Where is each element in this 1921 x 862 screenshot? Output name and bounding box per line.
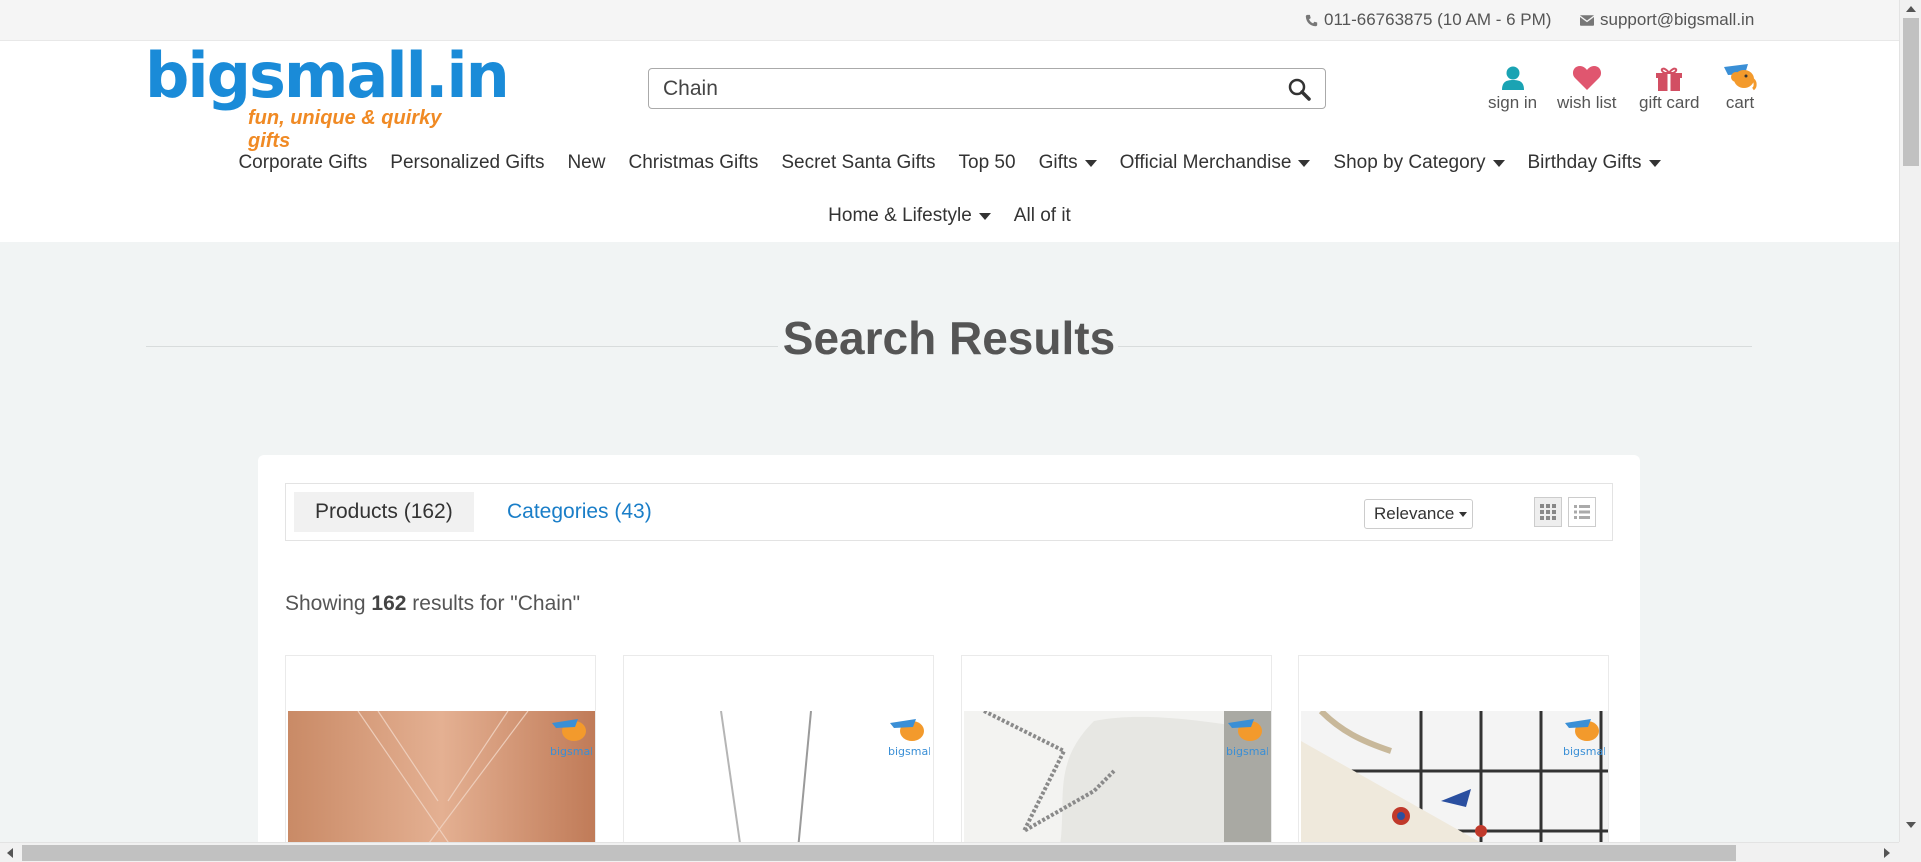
product-card[interactable]: bigsmall (285, 655, 596, 862)
heart-icon (1572, 63, 1602, 91)
top-contact-bar: 011-66763875 (10 AM - 6 PM) support@bigs… (0, 0, 1899, 41)
phone-text: 011-66763875 (10 AM - 6 PM) (1324, 10, 1552, 29)
nav-gifts[interactable]: Gifts (1039, 152, 1097, 174)
nav-label: Gifts (1038, 152, 1078, 173)
nav-home-lifestyle[interactable]: Home & Lifestyle (828, 205, 991, 227)
caret-down-icon (1459, 511, 1468, 517)
sort-select[interactable]: Relevance (1364, 499, 1473, 529)
main-nav-row-2: Home & Lifestyle All of it (0, 205, 1899, 227)
svg-text:bigsmall: bigsmall (888, 745, 930, 758)
caret-down-icon (1492, 159, 1505, 167)
gift-card-label: gift card (1639, 93, 1700, 112)
search-input[interactable] (663, 69, 1263, 108)
nav-label: New (567, 152, 606, 173)
results-count: 162 (371, 592, 407, 615)
nav-corporate-gifts[interactable]: Corporate Gifts (238, 152, 367, 174)
user-icon (1501, 63, 1525, 91)
tab-categories[interactable]: Categories (43) (486, 492, 673, 532)
results-tabs-bar: Products (162) Categories (43) Relevance (285, 483, 1613, 541)
product-image[interactable]: bigsmall (626, 711, 933, 862)
nav-label: Top 50 (958, 152, 1016, 173)
bigsmall-watermark-icon: bigsmall (550, 719, 592, 758)
nav-official-merchandise[interactable]: Official Merchandise (1120, 152, 1311, 174)
product-card[interactable]: bigsmall (623, 655, 934, 862)
main-nav-row-1: Corporate Gifts Personalized Gifts New C… (0, 152, 1899, 174)
results-panel: Products (162) Categories (43) Relevance… (258, 455, 1640, 862)
page-title-block: Search Results (146, 305, 1752, 365)
logo-wordmark: bigsmall.in (145, 39, 510, 112)
email-text: support@bigsmall.in (1600, 10, 1755, 29)
grid-icon (1540, 504, 1556, 520)
nav-all-of-it[interactable]: All of it (1014, 205, 1071, 227)
scroll-down-icon[interactable] (1906, 822, 1916, 828)
nav-secret-santa-gifts[interactable]: Secret Santa Gifts (781, 152, 935, 174)
wish-list-link[interactable]: wish list (1557, 63, 1617, 113)
sign-in-link[interactable]: sign in (1488, 63, 1537, 113)
site-logo[interactable]: bigsmall.in fun, unique & quirky gifts (145, 39, 510, 152)
showing-suffix: results for "Chain" (406, 592, 581, 615)
nav-label: Birthday Gifts (1527, 152, 1642, 173)
nav-label: Official Merchandise (1119, 152, 1292, 173)
horizontal-scrollbar[interactable] (0, 842, 1899, 862)
vertical-scrollbar[interactable] (1899, 0, 1921, 842)
logo-tagline: fun, unique & quirky gifts (248, 107, 442, 152)
caret-down-icon (1084, 159, 1097, 167)
grid-view-button[interactable] (1534, 497, 1562, 527)
vertical-scroll-thumb[interactable] (1903, 18, 1919, 166)
nav-label: Christmas Gifts (628, 152, 759, 173)
search-icon[interactable] (1287, 77, 1311, 106)
nav-personalized-gifts[interactable]: Personalized Gifts (390, 152, 544, 174)
product-image[interactable]: bigsmall (964, 711, 1271, 862)
caret-down-icon (1648, 159, 1661, 167)
search-box (648, 68, 1326, 109)
scroll-right-icon[interactable] (1884, 848, 1890, 858)
nav-birthday-gifts[interactable]: Birthday Gifts (1528, 152, 1661, 174)
mail-icon (1580, 14, 1594, 26)
nav-label: Shop by Category (1333, 152, 1486, 173)
gift-icon (1656, 63, 1683, 91)
email-contact[interactable]: support@bigsmall.in (1580, 10, 1754, 30)
nav-label: Secret Santa Gifts (781, 152, 936, 173)
wish-list-label: wish list (1557, 93, 1617, 112)
site-header: bigsmall.in fun, unique & quirky gifts s… (0, 39, 1899, 242)
sort-label: Relevance (1374, 504, 1455, 523)
nav-label: Personalized Gifts (390, 152, 545, 173)
nav-top-50[interactable]: Top 50 (959, 152, 1016, 174)
phone-contact[interactable]: 011-66763875 (10 AM - 6 PM) (1305, 10, 1551, 30)
nav-new[interactable]: New (567, 152, 605, 174)
nav-label: All of it (1013, 205, 1071, 226)
scroll-up-icon[interactable] (1906, 6, 1916, 12)
list-icon (1574, 505, 1590, 519)
scroll-left-icon[interactable] (7, 848, 13, 858)
svg-text:bigsmall: bigsmall (1563, 745, 1605, 758)
horizontal-scroll-thumb[interactable] (22, 845, 1736, 861)
product-card[interactable]: bigsmall (1298, 655, 1609, 862)
nav-label: Home & Lifestyle (828, 205, 972, 226)
nav-shop-by-category[interactable]: Shop by Category (1333, 152, 1505, 174)
page-title: Search Results (782, 312, 1116, 364)
product-image[interactable]: bigsmall (1301, 711, 1608, 862)
tab-products[interactable]: Products (162) (294, 492, 474, 532)
results-summary: Showing 162 results for "Chain" (285, 592, 580, 616)
phone-icon (1305, 14, 1318, 26)
cart-label: cart (1725, 93, 1755, 112)
gift-card-link[interactable]: gift card (1639, 63, 1699, 113)
product-image[interactable]: bigsmall (288, 711, 595, 862)
showing-prefix: Showing (285, 592, 372, 615)
nav-christmas-gifts[interactable]: Christmas Gifts (628, 152, 758, 174)
sign-in-label: sign in (1488, 93, 1538, 112)
caret-down-icon (978, 212, 991, 220)
svg-text:bigsmall: bigsmall (1226, 745, 1268, 758)
cart-link[interactable]: cart (1722, 63, 1758, 113)
caret-down-icon (1298, 159, 1311, 167)
product-card[interactable]: bigsmall (961, 655, 1272, 862)
nav-label: Corporate Gifts (238, 152, 368, 173)
cart-elephant-icon (1722, 63, 1758, 91)
bigsmall-watermark-icon: bigsmall (1563, 719, 1605, 758)
bigsmall-watermark-icon: bigsmall (1226, 719, 1268, 758)
bigsmall-watermark-icon: bigsmall (888, 719, 930, 758)
list-view-button[interactable] (1568, 497, 1596, 527)
scrollbar-corner (1899, 842, 1921, 862)
svg-text:bigsmall: bigsmall (550, 745, 592, 758)
